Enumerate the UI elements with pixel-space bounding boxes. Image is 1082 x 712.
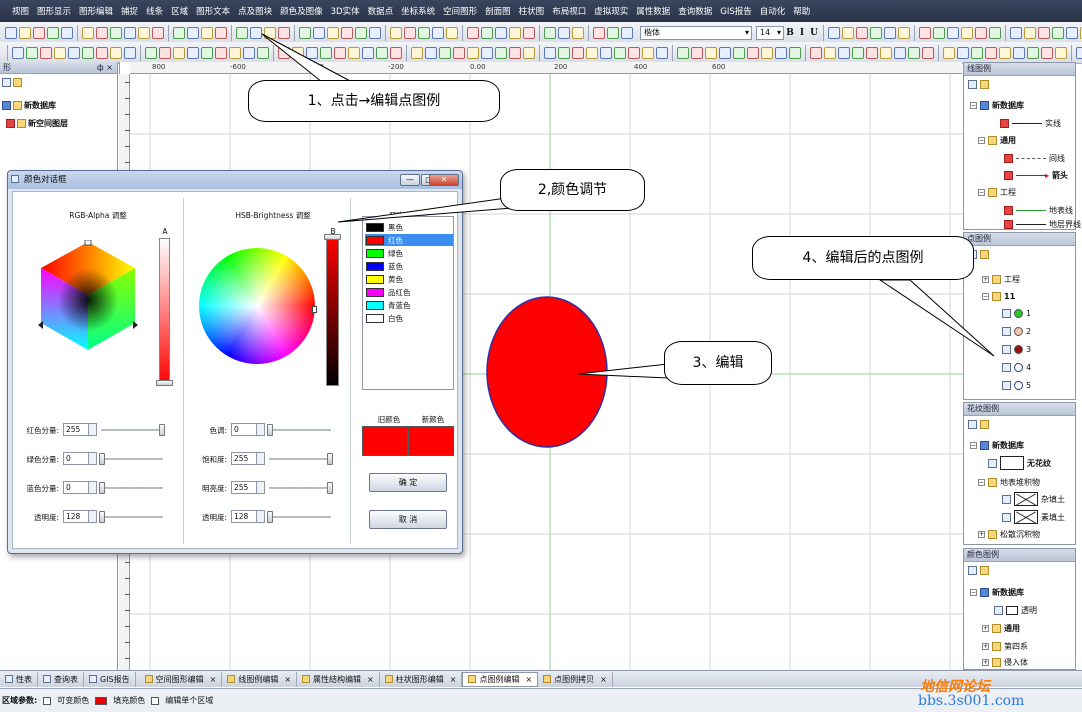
callout-4: 4、编辑后的点图例 (752, 236, 974, 280)
watermark-url: bbs.3s001.com (918, 693, 1025, 709)
callout-1: 1、点击→编辑点图例 (248, 80, 500, 122)
callout-pointers (261, 33, 995, 379)
callout-2: 2,颜色调节 (500, 169, 645, 211)
callout-3: 3、编辑 (664, 341, 772, 385)
